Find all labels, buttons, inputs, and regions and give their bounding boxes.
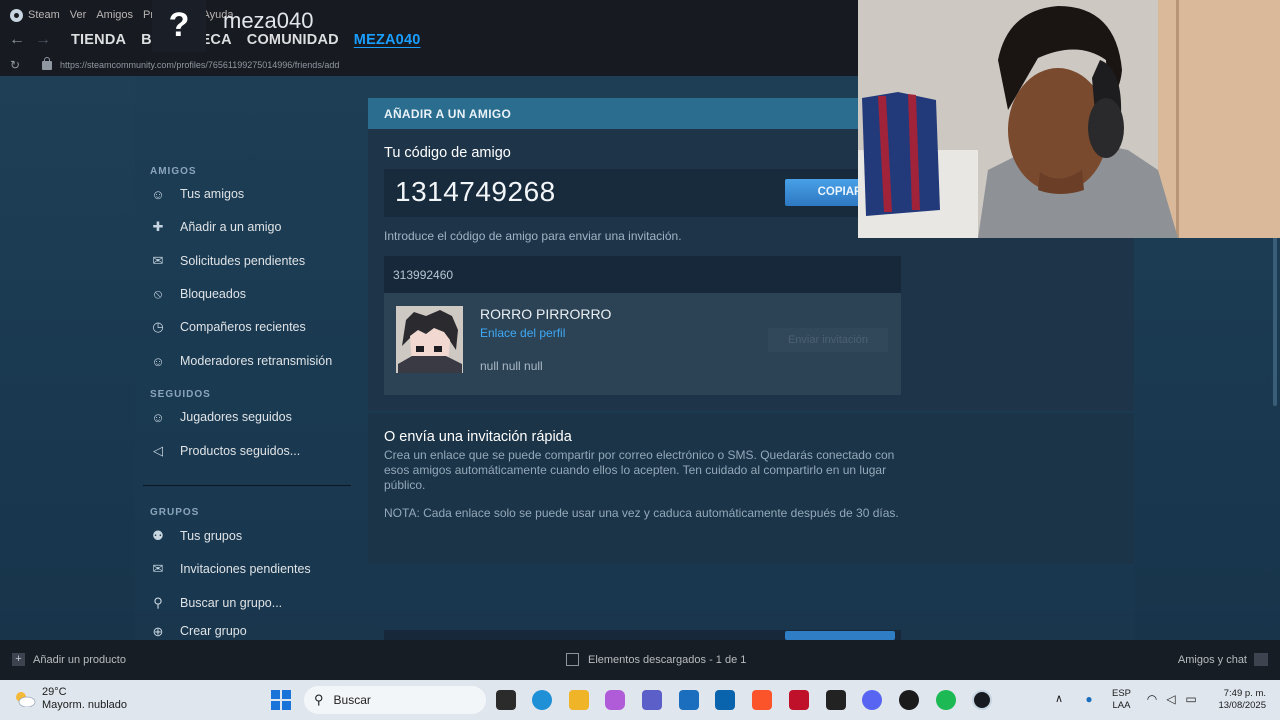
section-amigos: AMIGOS [150,166,197,177]
search-icon: ⚲ [153,595,163,610]
task-view-icon[interactable] [496,690,516,710]
download-icon [566,653,579,666]
plus-circle-icon: ⊕ [152,624,164,639]
clock-icon: ◷ [152,319,164,334]
friend-code-title: Tu código de amigo [384,145,511,161]
store-icon[interactable] [679,690,699,710]
nav-tienda[interactable]: TIENDA [71,32,126,48]
file-explorer-icon[interactable] [569,690,589,710]
quick-invite-note: NOTA: Cada enlace solo se puede usar una… [384,506,899,520]
microphone-icon[interactable]: ● [1082,692,1096,706]
teams-icon[interactable] [642,690,662,710]
copilot-icon[interactable] [605,690,625,710]
outlook-icon[interactable] [715,690,735,710]
webcam-overlay [858,0,1280,238]
brave-icon[interactable] [752,690,772,710]
add-person-icon: ✚ [152,219,164,234]
invite-hint: Introduce el código de amigo para enviar… [384,229,682,243]
sidebar-item-invitaciones[interactable]: ✉ Invitaciones pendientes [150,557,311,581]
add-friend-header: AÑADIR A UN AMIGO [368,98,858,129]
plus-icon: + [12,653,25,666]
avatar[interactable]: ? [152,0,206,52]
mcafee-icon[interactable] [789,690,809,710]
language-indicator[interactable]: ESP LAA [1112,688,1131,712]
blocked-icon: ⦸ [153,286,163,301]
result-avatar[interactable] [396,306,463,373]
taskbar-search[interactable]: ⚲ Buscar [304,686,486,714]
sidebar-item-companeros[interactable]: ◷ Compañeros recientes [150,315,305,339]
battery-icon[interactable]: ▭ [1184,692,1198,706]
sidebar-item-bloqueados[interactable]: ⦸ Bloqueados [150,282,246,306]
friend-code-input[interactable] [384,256,901,293]
nav-profile[interactable]: MEZA040 [354,32,421,48]
add-product-button[interactable]: + Añadir un producto [12,653,126,666]
follow-person-icon: ☺ [151,409,165,425]
downloads-button[interactable]: Elementos descargados - 1 de 1 [566,653,746,666]
clock[interactable]: 7:49 p. m. 13/08/2025 [1208,688,1266,712]
windows-taskbar: 29°C Mayorm. nublado ⚲ Buscar ∧ ● ESP LAA ◠… [0,680,1280,720]
weather-text: Mayorm. nublado [42,699,127,711]
quick-invite-button[interactable] [785,631,895,640]
back-arrow-icon[interactable]: ← [4,31,30,49]
temperature: 29°C [42,686,67,698]
sidebar-item-tus-grupos[interactable]: ⚉ Tus grupos [150,524,242,548]
volume-icon[interactable]: ◁ [1164,692,1178,706]
app-icon-2[interactable] [899,690,919,710]
megaphone-icon: ◁ [153,443,163,458]
envelope-icon: ✉ [152,561,164,576]
friend-code: 1314749268 [395,176,556,207]
quick-invite-description: Crea un enlace que se puede compartir po… [384,448,895,492]
chat-icon [1254,653,1268,666]
group-icon: ⚉ [152,528,164,543]
windows-start-icon[interactable] [271,690,291,710]
steam-logo-icon [10,8,23,22]
wifi-icon[interactable]: ◠ [1145,692,1159,706]
sidebar-item-anadir-amigo[interactable]: ✚ Añadir a un amigo [150,215,282,239]
spotify-icon[interactable] [936,690,956,710]
profile-name[interactable]: meza040 [223,8,314,34]
sidebar-item-jugadores-seguidos[interactable]: ☺ Jugadores seguidos [150,405,292,429]
section-grupos: GRUPOS [150,507,200,518]
sidebar-item-moderadores[interactable]: ☺ Moderadores retransmisión [150,349,332,373]
sidebar-divider [143,485,351,486]
envelope-icon: ✉ [152,253,164,268]
profile-header: ? meza040 [152,0,314,52]
result-info: null null null [480,359,543,373]
profile-link[interactable]: Enlace del perfil [480,326,565,340]
search-icon: ⚲ [314,692,324,707]
sidebar-item-buscar-grupo[interactable]: ⚲ Buscar un grupo... [150,591,282,615]
cloud-icon [14,691,36,708]
discord-icon[interactable] [862,690,882,710]
person-icon: ☺ [151,186,165,202]
result-name: RORRO PIRRORRO [480,306,612,322]
sidebar-item-productos-seguidos[interactable]: ◁ Productos seguidos... [150,439,300,463]
steam-icon[interactable] [972,690,992,710]
person-icon: ☺ [151,353,165,369]
section-seguidos: SEGUIDOS [150,389,211,400]
chevron-up-icon[interactable]: ∧ [1055,692,1063,705]
menu-amigos[interactable]: Amigos [96,9,133,21]
send-invite-button[interactable]: Enviar invitación [768,328,888,352]
refresh-icon[interactable]: ↻ [10,58,28,72]
quick-invite-title: O envía una invitación rápida [384,429,572,445]
lock-icon [42,56,52,70]
sidebar-item-solicitudes[interactable]: ✉ Solicitudes pendientes [150,249,306,273]
edge-icon[interactable] [532,690,552,710]
forward-arrow-icon[interactable]: → [30,31,56,49]
menu-ver[interactable]: Ver [70,9,87,21]
menu-steam[interactable]: Steam [10,8,60,22]
url-text[interactable]: https://steamcommunity.com/profiles/7656… [60,60,339,70]
app-icon[interactable] [826,690,846,710]
weather-widget[interactable]: 29°C Mayorm. nublado [14,686,127,712]
steam-bottom-bar: + Añadir un producto Elementos descargado… [0,640,1280,680]
sidebar-item-crear-grupo[interactable]: ⊕ Crear grupo [150,624,247,640]
sidebar-item-tus-amigos[interactable]: ☺ Tus amigos [150,182,244,206]
friends-chat-button[interactable]: Amigos y chat [1178,653,1268,666]
